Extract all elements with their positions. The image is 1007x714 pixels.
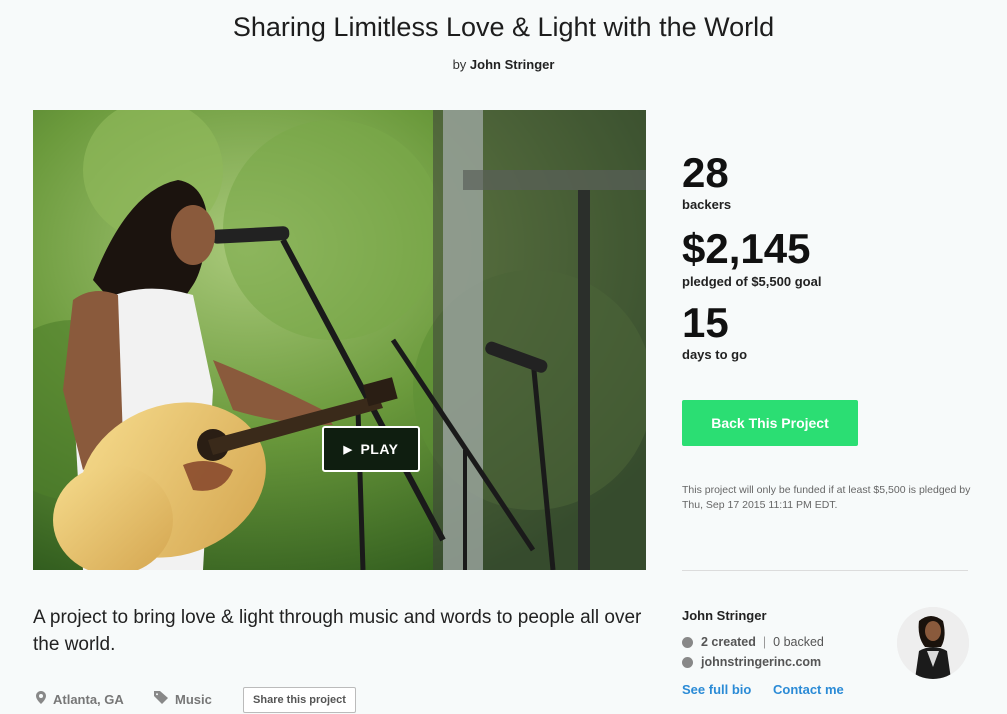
days-count: 15: [682, 299, 729, 346]
creator-avatar[interactable]: [897, 607, 969, 679]
byline-creator-link[interactable]: John Stringer: [470, 57, 555, 72]
projects-icon: [682, 636, 693, 648]
location-pin-icon: [36, 691, 46, 707]
backers-label: backers: [682, 197, 732, 212]
tag-icon: [154, 691, 168, 707]
category-link[interactable]: Music: [154, 686, 212, 712]
share-project-button[interactable]: Share this project: [243, 687, 356, 713]
byline-prefix: by: [452, 57, 467, 72]
see-full-bio-link[interactable]: See full bio: [682, 682, 751, 697]
location-text: Atlanta, GA: [53, 691, 124, 707]
play-triangle-icon: ▶: [343, 443, 353, 456]
back-this-project-button[interactable]: Back This Project: [682, 400, 858, 446]
divider: [682, 570, 968, 571]
days-label: days to go: [682, 347, 748, 362]
play-button[interactable]: ▶ PLAY: [322, 426, 420, 472]
created-count[interactable]: 2 created: [701, 635, 756, 649]
play-label: PLAY: [360, 441, 399, 457]
creator-website[interactable]: johnstringerinc.com: [701, 655, 821, 669]
globe-icon: [682, 656, 693, 668]
project-video[interactable]: ▶ PLAY: [33, 110, 646, 570]
project-blurb: A project to bring love & light through …: [33, 607, 642, 655]
creator-name[interactable]: John Stringer: [682, 608, 767, 623]
creator-website-line[interactable]: johnstringerinc.com: [682, 655, 821, 669]
separator: |: [762, 635, 767, 649]
creator-projects-line: 2 created | 0 backed: [682, 635, 824, 649]
location-link[interactable]: Atlanta, GA: [36, 686, 124, 712]
category-text: Music: [175, 691, 212, 707]
backed-count: 0 backed: [773, 635, 824, 649]
project-title: Sharing Limitless Love & Light with the …: [232, 12, 775, 42]
video-thumbnail-image: [33, 110, 646, 570]
creator-avatar-image: [897, 607, 969, 679]
backers-count: 28: [682, 149, 729, 196]
byline: by John Stringer: [0, 57, 1007, 72]
pledged-amount: $2,145: [682, 225, 811, 272]
contact-me-link[interactable]: Contact me: [773, 682, 844, 697]
funding-note: This project will only be funded if at l…: [682, 484, 971, 511]
pledged-label: pledged of $5,500 goal: [682, 274, 822, 289]
